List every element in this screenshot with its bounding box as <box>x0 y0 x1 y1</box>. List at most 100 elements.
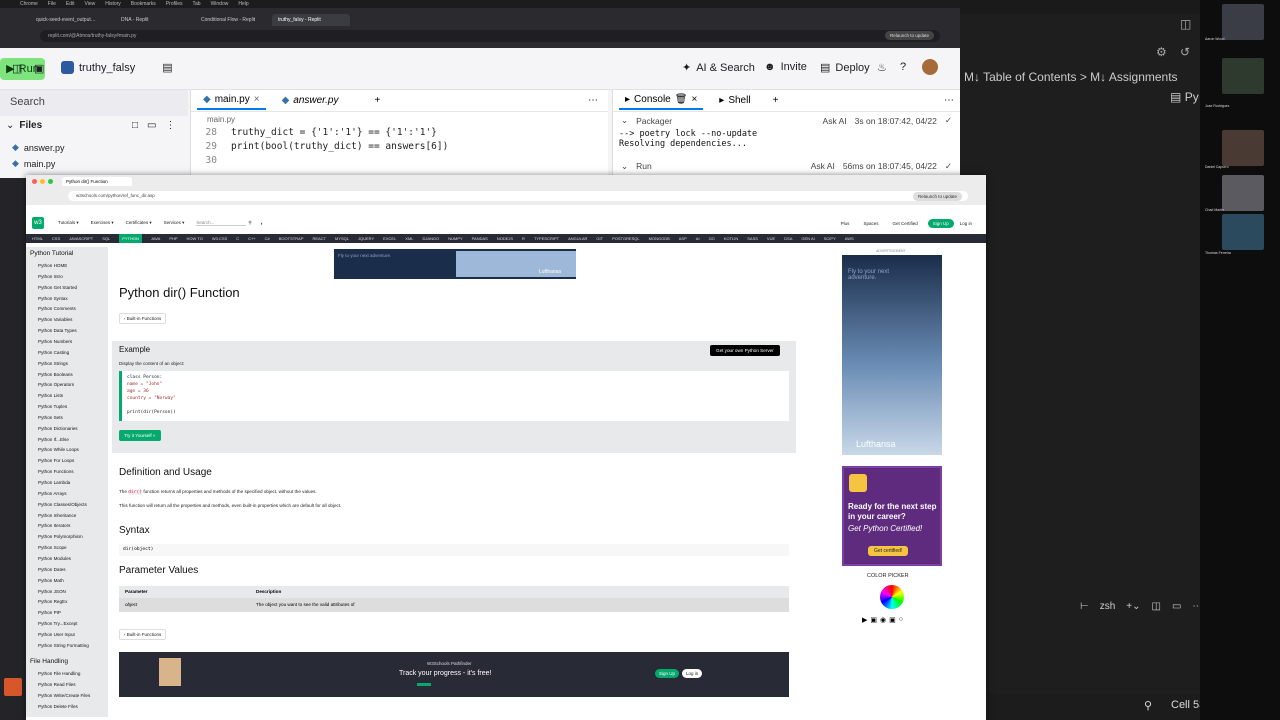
topic-link[interactable]: TYPESCRIPT <box>534 236 559 241</box>
sidebar-item[interactable]: Python Polymorphism <box>38 534 83 539</box>
topic-link[interactable]: PHP <box>169 236 177 241</box>
add-tab-icon[interactable]: + <box>767 92 785 109</box>
files-header[interactable]: ⌄ Files <box>6 120 42 131</box>
topic-link[interactable]: C# <box>265 236 270 241</box>
nav-spaces[interactable]: Spaces <box>863 221 878 226</box>
ad-banner[interactable]: Fly to your next adventure. Lufthansa <box>334 249 576 279</box>
nav-get-certified[interactable]: Get Certified <box>892 221 917 226</box>
sidebar-item[interactable]: Python Casting <box>38 350 69 355</box>
sidebar-item[interactable]: Python Inheritance <box>38 513 76 518</box>
address-bar[interactable]: replit.com/@Atmos/truthy-falsy#main.py R… <box>40 30 940 42</box>
sidebar-item[interactable]: Python RegEx <box>38 599 67 604</box>
file-item[interactable]: ◆ answer.py <box>12 142 64 153</box>
browser-tab-active[interactable]: Python dir() Function <box>62 177 132 186</box>
sidebar-item[interactable]: Python Tuples <box>38 404 67 409</box>
topic-link[interactable]: MONGODB <box>649 236 670 241</box>
youtube-icon[interactable]: ▶ <box>862 616 867 624</box>
topic-link[interactable]: NODEJS <box>497 236 513 241</box>
topic-link[interactable]: DSA <box>784 236 792 241</box>
participant-video[interactable] <box>1222 175 1264 211</box>
nav-services[interactable]: Services ▾ <box>164 220 185 226</box>
add-tab-icon[interactable]: + <box>368 92 386 109</box>
minimize-window-icon[interactable] <box>40 179 45 184</box>
close-icon[interactable]: × <box>254 94 260 105</box>
breadcrumb[interactable]: M↓ Table of Contents > M↓ Assignments <box>964 70 1178 84</box>
nav-exercises[interactable]: Exercises ▾ <box>91 220 114 226</box>
nav-tutorials[interactable]: Tutorials ▾ <box>58 220 79 226</box>
library-icon[interactable]: ▤ <box>162 61 172 74</box>
close-window-icon[interactable] <box>32 179 37 184</box>
example-code[interactable]: class Person: name = "John" age = 36 cou… <box>119 371 789 421</box>
trash-icon[interactable]: ▭ <box>1172 601 1181 612</box>
sidebar-item[interactable]: Python PIP <box>38 610 61 615</box>
w3schools-logo[interactable]: w3 <box>32 217 44 229</box>
topic-link[interactable]: PANDAS <box>472 236 488 241</box>
search-input[interactable]: Search... <box>196 220 247 226</box>
participant-video[interactable] <box>1222 4 1264 40</box>
sidebar-item[interactable]: Python Arrays <box>38 491 67 496</box>
code-editor[interactable]: ◆ main.py × ◆ answer.py + ⋯ main.py 28 truth… <box>190 90 608 178</box>
run-row[interactable]: ⌄ Run Ask AI 56ms on 18:07:45, 04/22 ✓ <box>613 149 960 172</box>
search-input[interactable]: Search <box>0 90 188 116</box>
help-icon[interactable]: ? <box>900 61 906 73</box>
topic-link[interactable]: KOTLIN <box>724 236 738 241</box>
topic-link[interactable]: MYSQL <box>335 236 349 241</box>
new-file-icon[interactable]: □ <box>132 120 138 131</box>
sidebar-item[interactable]: Python Write/Create Files <box>38 693 90 698</box>
sidebar-item[interactable]: Python For Loops <box>38 458 74 463</box>
menubar-item[interactable]: Help <box>238 1 248 7</box>
try-it-button[interactable]: Try it Yourself » <box>119 430 161 441</box>
topic-link[interactable]: PYTHON <box>119 234 142 243</box>
replit-logo-icon[interactable]: ▣ <box>34 62 44 75</box>
relaunch-button[interactable]: Relaunch to update <box>912 192 962 201</box>
ask-ai-button[interactable]: Ask AI <box>823 116 847 126</box>
terminal-name[interactable]: zsh <box>1100 601 1116 612</box>
topic-link[interactable]: REACT <box>312 236 326 241</box>
avatar[interactable] <box>922 59 938 75</box>
sidebar-item[interactable]: Python Lists <box>38 393 63 398</box>
sidebar-item[interactable]: Python Try...Except <box>38 621 78 626</box>
topic-link[interactable]: JAVA <box>151 236 160 241</box>
topic-link[interactable]: XML <box>405 236 413 241</box>
file-item[interactable]: ◆ main.py <box>12 158 55 169</box>
topic-link[interactable]: GIT <box>596 236 603 241</box>
more-icon[interactable]: ⋮ <box>166 120 176 131</box>
tab-answer-py[interactable]: ◆ answer.py <box>276 92 345 109</box>
new-folder-icon[interactable]: ▭ <box>147 120 156 131</box>
tab-shell[interactable]: ▸ Shell <box>713 92 756 109</box>
more-icon[interactable]: ⋯ <box>938 92 960 109</box>
menubar-item[interactable]: Edit <box>66 1 75 7</box>
sidebar-item[interactable]: Python User Input <box>38 632 75 637</box>
topic-link[interactable]: SCIPY <box>824 236 836 241</box>
sidebar-item[interactable]: Python While Loops <box>38 447 79 452</box>
sidebar-item[interactable]: Python Dates <box>38 567 66 572</box>
menubar-item[interactable]: View <box>84 1 95 7</box>
facebook-icon[interactable]: ▣ <box>889 616 896 624</box>
search-icon[interactable]: ⚲ <box>248 220 251 226</box>
ai-search-button[interactable]: ✦ AI & Search <box>682 61 755 75</box>
menubar-item[interactable]: Profiles <box>166 1 183 7</box>
sidebar-item[interactable]: Python Booleans <box>38 372 73 377</box>
sidebar-item[interactable]: Python Comments <box>38 306 76 311</box>
login-button[interactable]: Log in <box>960 221 972 226</box>
topic-link[interactable]: SASS <box>747 236 758 241</box>
sidebar-item[interactable]: Python Dictionaries <box>38 426 78 431</box>
sidebar-item[interactable]: Python Functions <box>38 469 74 474</box>
deploy-button[interactable]: ▤ Deploy <box>820 61 870 75</box>
discord-icon[interactable]: ◉ <box>880 616 886 624</box>
certification-ad[interactable]: Ready for the next step in your career? … <box>842 466 942 566</box>
sidebar-item[interactable]: Python Numbers <box>38 339 72 344</box>
menubar-item[interactable]: File <box>48 1 56 7</box>
linkedin-icon[interactable]: ▣ <box>870 616 877 624</box>
history-icon[interactable]: ↺ <box>1180 45 1190 59</box>
sidebar-item[interactable]: Python If...Else <box>38 437 69 442</box>
topic-link[interactable]: DJANGO <box>423 236 440 241</box>
menubar-item[interactable]: Tab <box>193 1 201 7</box>
nav-certificates[interactable]: Certificates ▾ <box>126 220 152 226</box>
topic-link[interactable]: ASP <box>679 236 687 241</box>
participant-video[interactable] <box>1222 214 1264 250</box>
sidebar-item[interactable]: Python Scope <box>38 545 67 550</box>
bell-icon[interactable]: ♨ <box>877 61 887 74</box>
trash-icon[interactable]: 🗑 <box>675 94 688 105</box>
lufthansa-ad[interactable]: Fly to your next adventure. Lufthansa <box>842 255 942 455</box>
